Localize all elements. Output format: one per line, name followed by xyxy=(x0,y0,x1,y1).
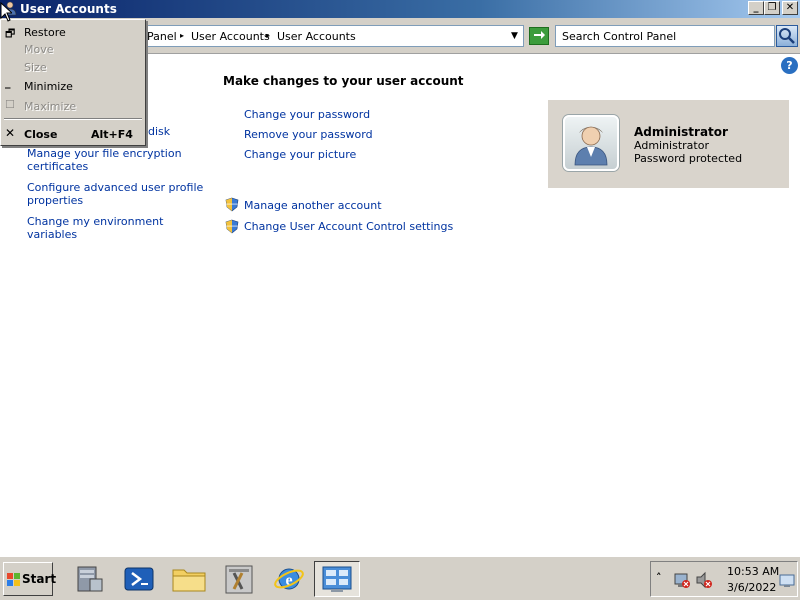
uac-shield-icon xyxy=(225,197,239,212)
breadcrumb-user-accounts[interactable]: User Accounts xyxy=(277,30,356,43)
menu-item-maximize[interactable]: Maximize xyxy=(24,100,76,113)
menu-item-close[interactable]: Close xyxy=(24,128,57,141)
mouse-cursor-icon xyxy=(0,2,12,22)
network-icon[interactable] xyxy=(673,571,691,589)
menu-item-restore[interactable]: Restore xyxy=(24,26,66,39)
taskbar-admin-tools[interactable] xyxy=(216,561,262,597)
minimize-button[interactable]: _ xyxy=(748,1,764,15)
uac-shield-icon xyxy=(225,219,239,234)
left-link-file-encryption[interactable]: Manage your file encryption certificates xyxy=(27,147,207,173)
close-icon: ✕ xyxy=(5,126,16,140)
help-icon[interactable]: ? xyxy=(781,57,798,74)
maximize-icon: ☐ xyxy=(5,98,15,111)
account-role: Administrator xyxy=(634,139,709,152)
change-password-link[interactable]: Change your password xyxy=(244,108,370,121)
windows-logo-icon xyxy=(7,573,20,586)
control-panel-icon xyxy=(322,566,352,592)
folder-icon xyxy=(172,569,206,592)
account-name: Administrator xyxy=(634,125,728,139)
close-shortcut: Alt+F4 xyxy=(91,128,133,141)
account-card: Administrator Administrator Password pro… xyxy=(548,100,789,188)
avatar[interactable] xyxy=(563,115,619,171)
menu-item-size[interactable]: Size xyxy=(24,61,47,74)
remove-password-link[interactable]: Remove your password xyxy=(244,128,373,141)
manage-another-account-link[interactable]: Manage another account xyxy=(244,199,382,212)
menu-item-minimize[interactable]: Minimize xyxy=(24,80,73,93)
refresh-button[interactable] xyxy=(529,27,549,45)
search-icon xyxy=(779,28,795,44)
left-link-disk[interactable]: disk xyxy=(148,125,188,138)
refresh-icon xyxy=(534,31,545,39)
volume-icon[interactable] xyxy=(695,571,713,589)
menu-separator xyxy=(4,118,142,120)
taskbar-powershell[interactable] xyxy=(116,561,162,597)
menu-item-move[interactable]: Move xyxy=(24,43,54,56)
left-link-user-profile[interactable]: Configure advanced user profile properti… xyxy=(27,181,207,207)
start-label: Start xyxy=(22,572,57,586)
user-avatar-icon xyxy=(574,126,608,166)
breadcrumb-arrow-icon[interactable]: ▸ xyxy=(266,31,270,40)
clock-time[interactable]: 10:53 AM xyxy=(727,565,779,578)
action-center-icon[interactable] xyxy=(779,574,795,588)
start-button[interactable]: Start xyxy=(3,562,57,596)
page-title: Make changes to your user account xyxy=(223,74,464,88)
clock-date[interactable]: 3/6/2022 xyxy=(727,581,776,594)
breadcrumb-control-panel[interactable]: Panel xyxy=(147,30,177,43)
left-link-environment-variables[interactable]: Change my environment variables xyxy=(27,215,207,241)
taskbar-internet-explorer[interactable]: e xyxy=(266,561,312,597)
close-button[interactable]: ✕ xyxy=(782,1,798,15)
taskbar: Start e ˄ xyxy=(0,556,800,600)
uac-settings-link[interactable]: Change User Account Control settings xyxy=(244,220,453,233)
breadcrumb-arrow-icon[interactable]: ▸ xyxy=(180,31,184,40)
title-bar[interactable]: User Accounts _ ❐ ✕ xyxy=(0,0,800,18)
breadcrumb-user-accounts-category[interactable]: User Accounts xyxy=(191,30,270,43)
system-menu: 🗗 Restore Move Size _ Minimize ☐ Maximiz… xyxy=(0,19,146,146)
minimize-icon: _ xyxy=(5,76,11,89)
server-manager-icon xyxy=(77,566,103,592)
restore-button[interactable]: ❐ xyxy=(764,1,780,15)
change-picture-link[interactable]: Change your picture xyxy=(244,148,356,161)
tray-expand-icon[interactable]: ˄ xyxy=(656,571,662,584)
internet-explorer-icon: e xyxy=(274,568,304,590)
taskbar-explorer[interactable] xyxy=(166,561,212,597)
powershell-icon xyxy=(124,567,154,591)
taskbar-server-manager[interactable] xyxy=(66,561,112,597)
restore-icon: 🗗 xyxy=(5,27,16,40)
account-status: Password protected xyxy=(634,152,743,165)
search-input[interactable]: Search Control Panel xyxy=(555,25,775,47)
search-button[interactable] xyxy=(776,25,798,47)
administrative-tools-icon xyxy=(225,565,253,594)
taskbar-control-panel[interactable] xyxy=(314,561,360,597)
address-dropdown-icon[interactable]: ▼ xyxy=(511,31,518,41)
window-title: User Accounts xyxy=(20,2,117,16)
